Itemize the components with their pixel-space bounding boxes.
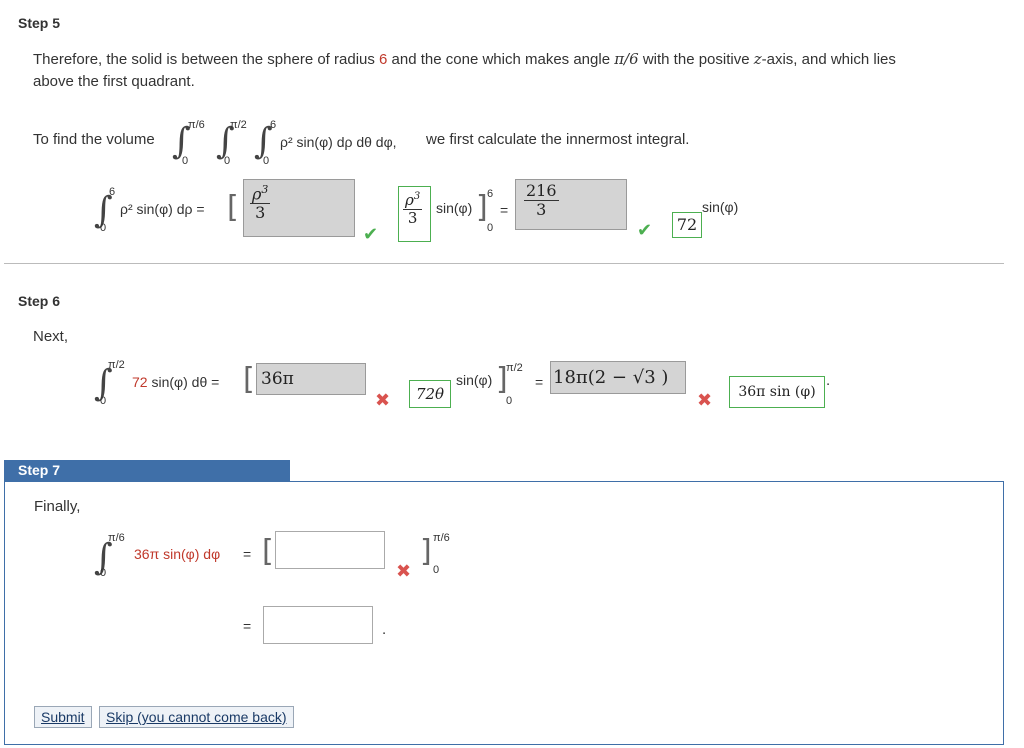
equals-sign: = <box>500 202 509 218</box>
para-text: Therefore, the solid is between the sphe… <box>33 51 380 68</box>
step5-paragraph: Therefore, the solid is between the sphe… <box>33 50 993 96</box>
finally-label: Finally, <box>34 498 81 515</box>
skip-button[interactable]: Skip (you cannot come back) <box>99 706 294 728</box>
fraction-denominator: 3 <box>536 199 547 219</box>
eval-upper: π/6 <box>433 532 450 544</box>
eval-lower: 0 <box>487 222 494 234</box>
step6-heading: Step 6 <box>18 293 61 309</box>
lower-limit: 0 <box>100 567 107 579</box>
eval-upper: 6 <box>487 188 494 200</box>
answer-box-result[interactable]: 36π sin (φ) <box>729 376 825 408</box>
fraction-numerator: ρ3 <box>250 183 271 204</box>
upper-limit: π/6 <box>188 119 205 131</box>
fraction-numerator: ρ3 <box>403 191 423 210</box>
integrand: 36π sin(φ) dφ <box>134 546 220 562</box>
close-bracket: ] <box>420 534 432 569</box>
open-bracket: [ <box>227 190 239 225</box>
para-text: with the positive <box>638 51 754 68</box>
sin-phi-label: sin(φ) <box>702 199 739 215</box>
lower-limit: 0 <box>100 395 107 407</box>
answer-box-expression[interactable]: 72θ <box>409 380 451 408</box>
integrand: 72 sin(φ) dθ = <box>132 374 219 390</box>
answer-box-antiderivative[interactable]: ρ3 3 <box>243 179 355 237</box>
sin-phi-label: sin(φ) <box>456 372 493 388</box>
lower-limit: 0 <box>263 155 270 167</box>
eval-upper: π/2 <box>506 362 523 374</box>
eval-lower: 0 <box>433 564 440 576</box>
section-divider <box>4 263 1004 264</box>
fraction-numerator: 216 <box>524 181 559 201</box>
answer-box-coefficient[interactable]: 72 <box>672 212 702 238</box>
antiderivative-input[interactable] <box>275 531 385 569</box>
equals-sign: = <box>535 374 544 390</box>
upper-limit: π/2 <box>230 119 247 131</box>
volume-integrand: ρ² sin(φ) dρ dθ dφ, <box>280 134 397 150</box>
answer-box-evaluated[interactable]: 18π(2 − √3 ) <box>550 361 686 394</box>
volume-suffix: we first calculate the innermost integra… <box>426 131 690 148</box>
z-axis-label: z <box>753 50 762 68</box>
period: . <box>382 621 387 638</box>
eval-lower: 0 <box>506 395 513 407</box>
answer-box-evaluated[interactable]: 216 3 <box>515 179 627 230</box>
open-bracket: [ <box>262 534 274 569</box>
lower-limit: 0 <box>182 155 189 167</box>
check-icon: ✔ <box>637 220 653 240</box>
sin-phi-label: sin(φ) <box>436 200 473 216</box>
para-text: -axis, and which lies <box>761 51 896 68</box>
angle-value: π/6 <box>614 50 639 68</box>
step5-heading: Step 5 <box>18 15 61 31</box>
equals-sign: = <box>243 618 252 634</box>
inner-integrand: ρ² sin(φ) dρ = <box>120 201 205 217</box>
cross-icon: ✖ <box>697 390 713 410</box>
next-label: Next, <box>33 328 69 345</box>
equals-sign: = <box>243 546 252 562</box>
close-bracket: ] <box>476 190 488 225</box>
lower-limit: 0 <box>224 155 231 167</box>
answer-box-antiderivative[interactable]: 36π <box>256 363 366 395</box>
integrand-expression: 36π sin(φ) dφ <box>134 546 221 562</box>
step7-heading: Step 7 <box>18 462 61 478</box>
integrand-coefficient: 72 <box>132 374 148 390</box>
para-text: above the first quadrant. <box>33 73 195 90</box>
check-icon: ✔ <box>363 224 379 244</box>
final-answer-input[interactable] <box>263 606 373 644</box>
integrand-rest: sin(φ) dθ = <box>151 374 220 390</box>
open-bracket: [ <box>243 362 255 397</box>
answer-box-fraction[interactable]: ρ3 3 <box>398 186 431 242</box>
fraction-denominator: 3 <box>255 202 266 222</box>
period: . <box>826 372 831 389</box>
upper-limit: π/2 <box>108 359 125 371</box>
step7-header-bar: Step 7 <box>4 460 290 481</box>
fraction-denominator: 3 <box>407 208 418 227</box>
cross-icon: ✖ <box>396 561 412 581</box>
submit-button[interactable]: Submit <box>34 706 92 728</box>
para-text: and the cone which makes angle <box>387 51 615 68</box>
upper-limit: π/6 <box>108 532 125 544</box>
lower-limit: 0 <box>100 222 107 234</box>
upper-limit: 6 <box>270 119 277 131</box>
volume-prefix: To find the volume <box>33 131 155 148</box>
cross-icon: ✖ <box>375 390 391 410</box>
upper-limit: 6 <box>109 186 116 198</box>
